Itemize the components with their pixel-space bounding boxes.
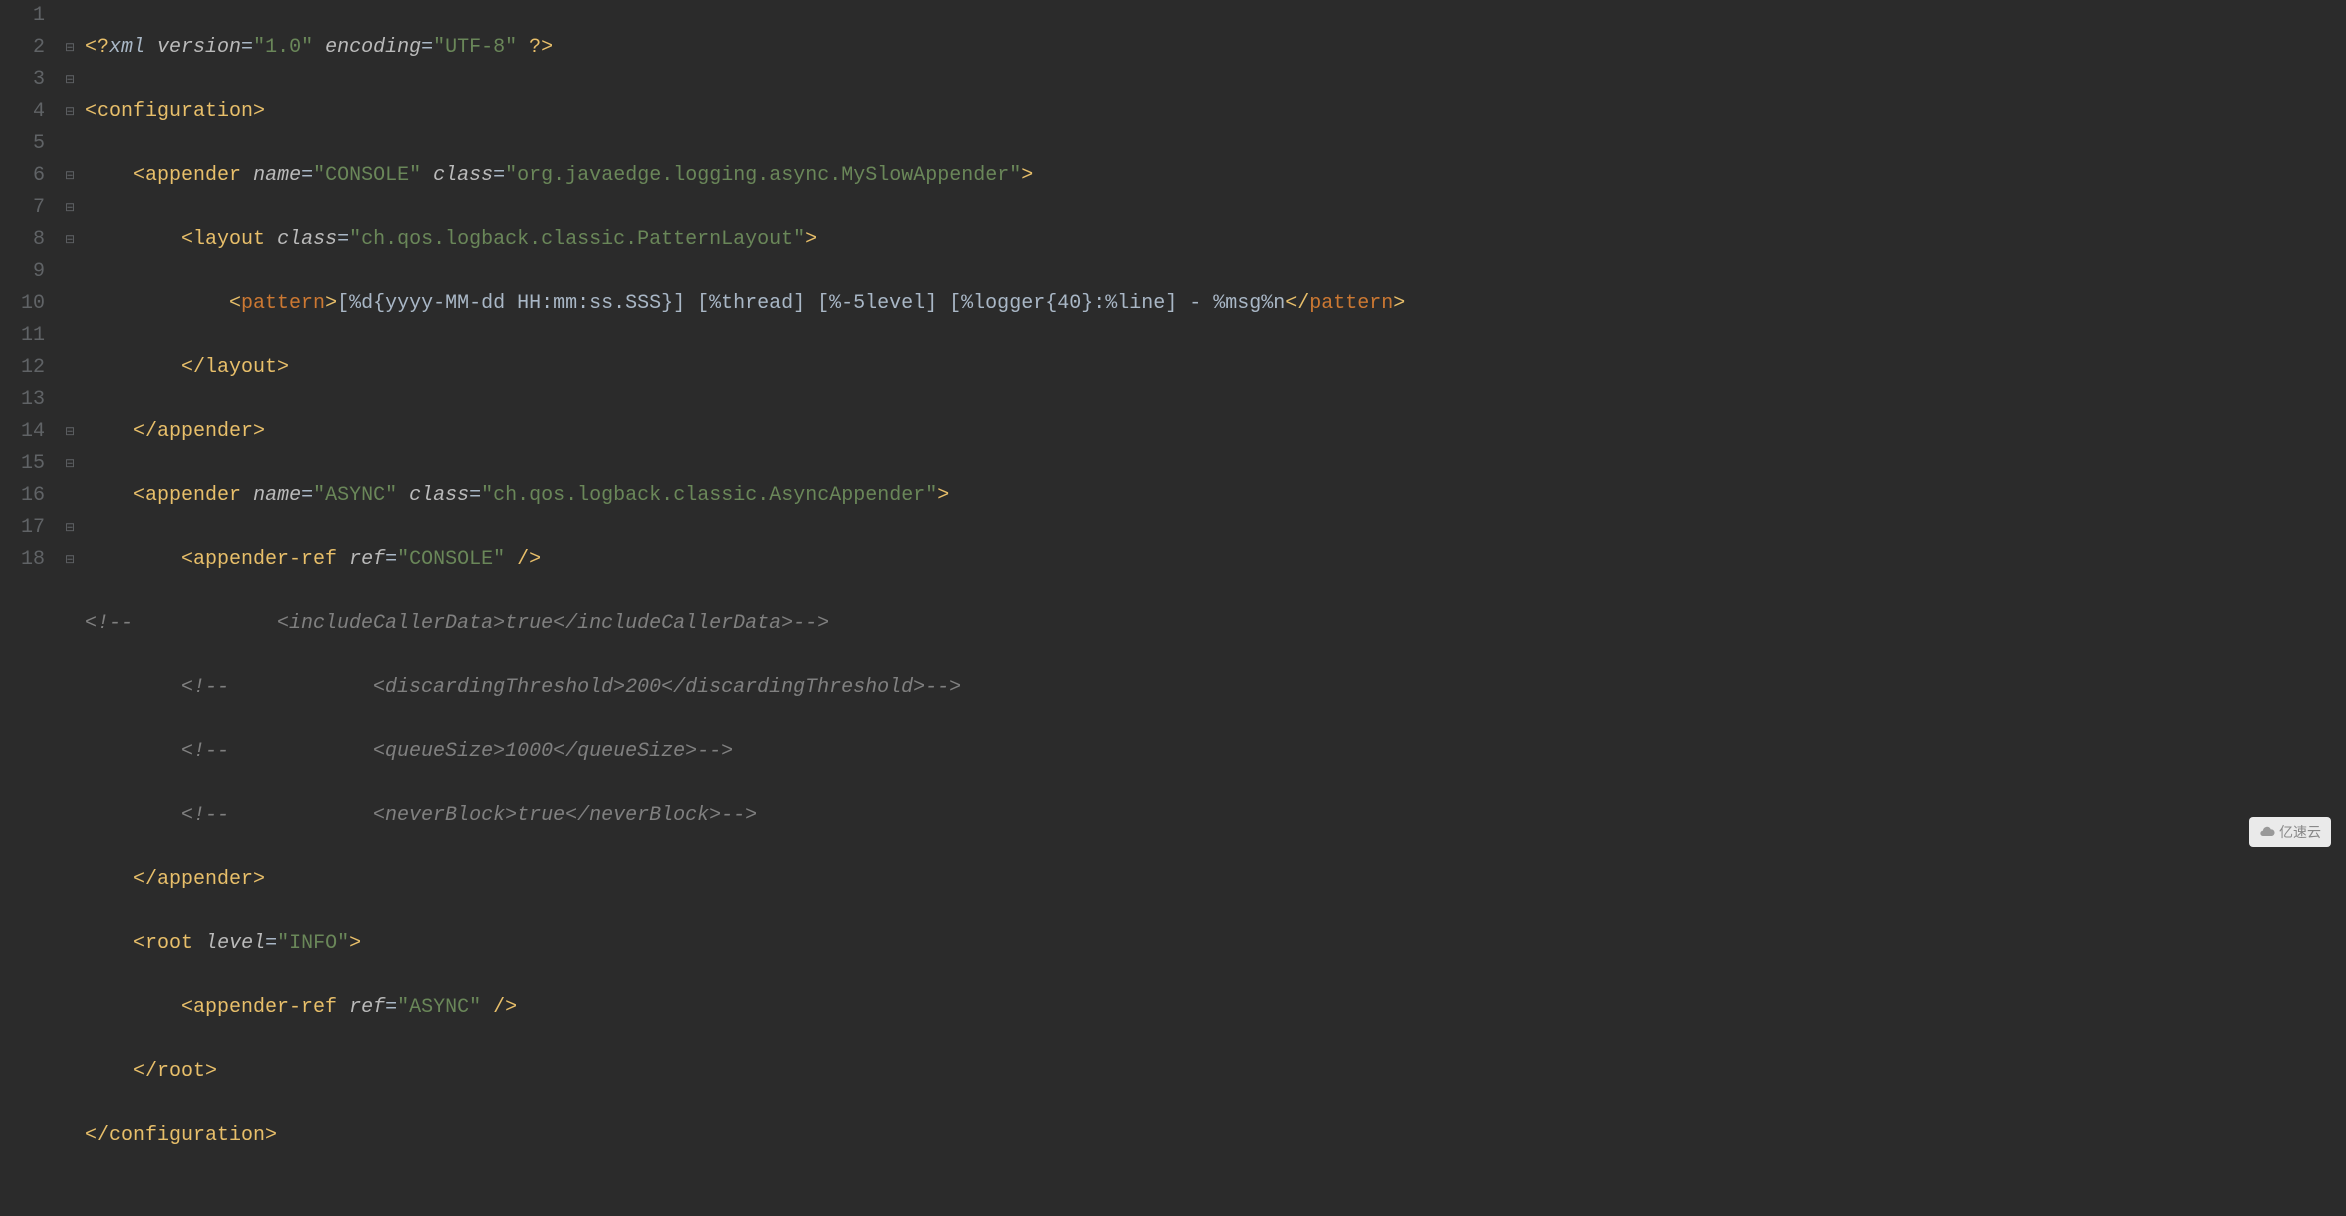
fold-icon[interactable]: ⊟ [60,96,80,128]
code-line[interactable]: <!-- <queueSize>1000</queueSize>--> [85,736,2346,768]
code-line[interactable]: <configuration> [85,96,2346,128]
fold-icon[interactable]: ⊟ [60,224,80,256]
line-number: 14 [0,416,45,448]
fold-icon[interactable]: ⊟ [60,32,80,64]
fold-icon[interactable] [60,320,80,352]
line-number: 8 [0,224,45,256]
fold-icon[interactable]: ⊟ [60,544,80,576]
watermark-text: 亿速云 [2279,821,2321,843]
line-number: 11 [0,320,45,352]
fold-icon[interactable]: ⊟ [60,192,80,224]
fold-icon[interactable]: ⊟ [60,416,80,448]
code-area[interactable]: <?xml version="1.0" encoding="UTF-8" ?> … [80,0,2346,1216]
fold-icon[interactable] [60,288,80,320]
fold-icon[interactable] [60,352,80,384]
line-number: 5 [0,128,45,160]
fold-icon[interactable] [60,0,80,32]
code-line[interactable]: <appender name="CONSOLE" class="org.java… [85,160,2346,192]
fold-icon[interactable] [60,384,80,416]
fold-icon[interactable]: ⊟ [60,160,80,192]
line-number: 6 [0,160,45,192]
fold-icon[interactable]: ⊟ [60,64,80,96]
fold-icon[interactable] [60,256,80,288]
fold-column: ⊟ ⊟ ⊟ ⊟ ⊟ ⊟ ⊟ ⊟ ⊟ ⊟ [60,0,80,1216]
code-line[interactable]: </appender> [85,416,2346,448]
code-line[interactable]: <!-- <discardingThreshold>200</discardin… [85,672,2346,704]
fold-icon[interactable] [60,480,80,512]
code-line[interactable]: <!-- <neverBlock>true</neverBlock>--> [85,800,2346,832]
line-number: 17 [0,512,45,544]
code-line[interactable]: </layout> [85,352,2346,384]
line-number-gutter: 1 2 3 4 5 6 7 8 9 10 11 12 13 14 15 16 1… [0,0,60,1216]
line-number: 4 [0,96,45,128]
line-number: 18 [0,544,45,576]
fold-icon[interactable]: ⊟ [60,448,80,480]
fold-icon[interactable] [60,128,80,160]
code-editor[interactable]: 1 2 3 4 5 6 7 8 9 10 11 12 13 14 15 16 1… [0,0,2346,1216]
fold-icon[interactable]: ⊟ [60,512,80,544]
line-number: 10 [0,288,45,320]
line-number: 3 [0,64,45,96]
code-line[interactable]: </configuration> [85,1120,2346,1152]
code-line[interactable]: <pattern>[%d{yyyy-MM-dd HH:mm:ss.SSS}] [… [85,288,2346,320]
line-number: 12 [0,352,45,384]
line-number: 13 [0,384,45,416]
code-line[interactable]: <?xml version="1.0" encoding="UTF-8" ?> [85,32,2346,64]
code-line[interactable]: <appender name="ASYNC" class="ch.qos.log… [85,480,2346,512]
code-line[interactable]: <root level="INFO"> [85,928,2346,960]
line-number: 16 [0,480,45,512]
line-number: 7 [0,192,45,224]
cloud-icon [2259,824,2275,840]
watermark: 亿速云 [2249,817,2331,847]
code-line[interactable]: <!-- <includeCallerData>true</includeCal… [85,608,2346,640]
code-line[interactable]: <appender-ref ref="CONSOLE" /> [85,544,2346,576]
line-number: 9 [0,256,45,288]
code-line[interactable]: </appender> [85,864,2346,896]
code-line[interactable]: <appender-ref ref="ASYNC" /> [85,992,2346,1024]
line-number: 2 [0,32,45,64]
line-number: 15 [0,448,45,480]
code-line[interactable]: </root> [85,1056,2346,1088]
line-number: 1 [0,0,45,32]
code-line[interactable]: <layout class="ch.qos.logback.classic.Pa… [85,224,2346,256]
